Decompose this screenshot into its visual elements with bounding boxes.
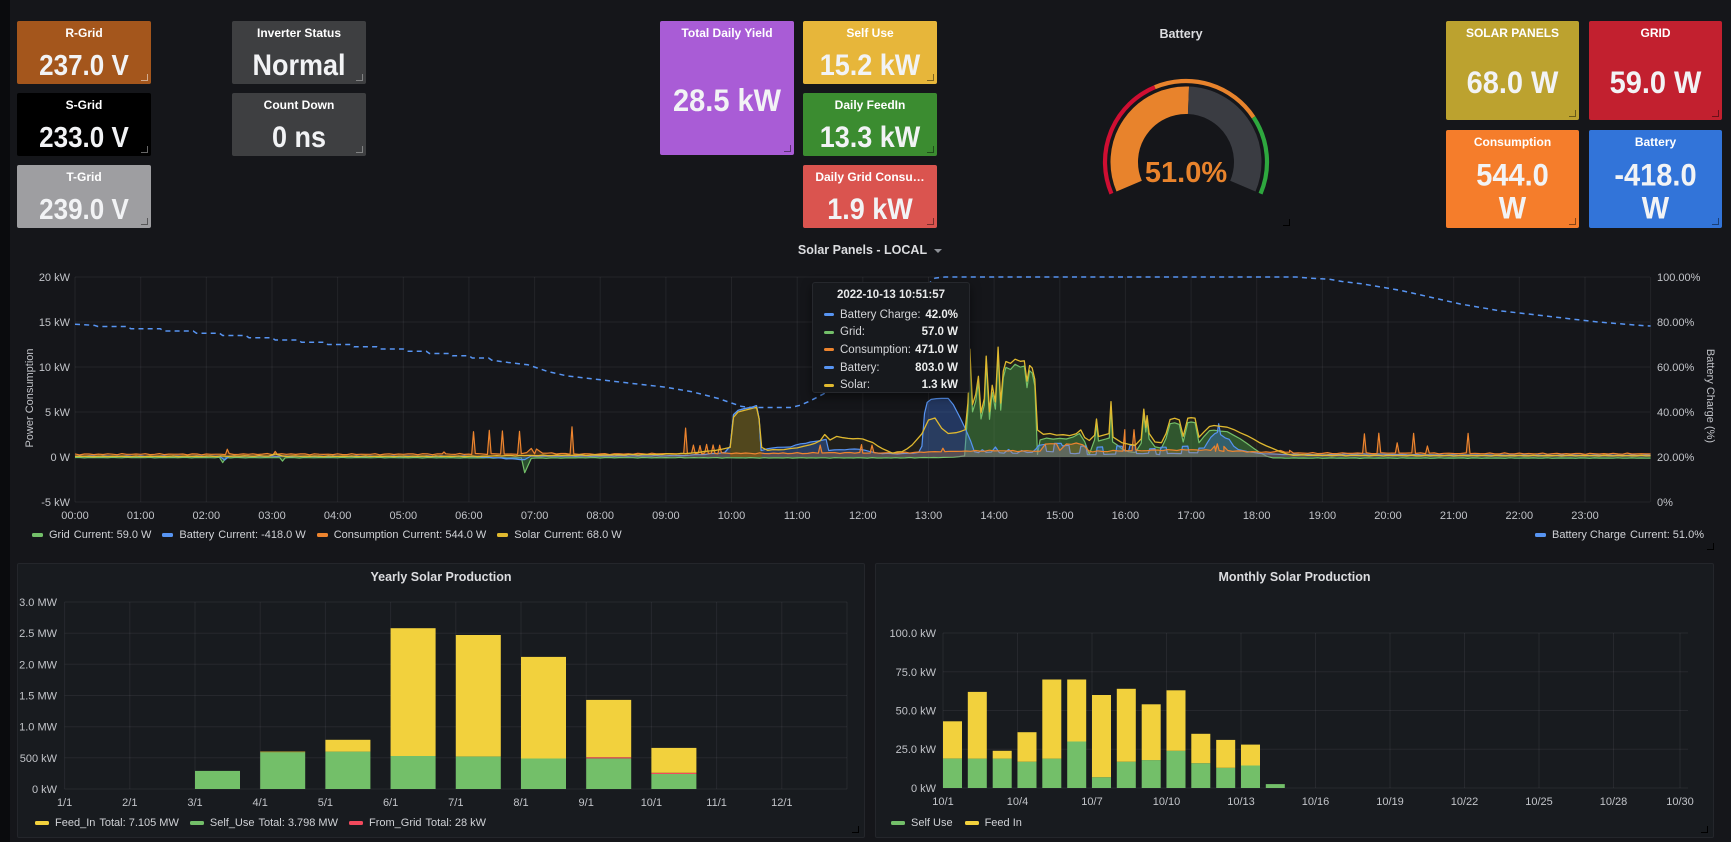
svg-text:10:00: 10:00 xyxy=(718,510,746,522)
svg-text:3/1: 3/1 xyxy=(187,797,202,809)
svg-text:21:00: 21:00 xyxy=(1440,510,1468,522)
svg-text:2.0 MW: 2.0 MW xyxy=(19,659,58,671)
svg-text:10/22: 10/22 xyxy=(1451,796,1479,808)
svg-text:12/1: 12/1 xyxy=(771,797,792,809)
svg-text:10/19: 10/19 xyxy=(1376,796,1404,808)
svg-text:5 kW: 5 kW xyxy=(45,407,71,419)
svg-text:15 kW: 15 kW xyxy=(39,317,71,329)
svg-text:19:00: 19:00 xyxy=(1309,510,1337,522)
svg-text:51.0%: 51.0% xyxy=(1145,157,1227,189)
svg-text:10/16: 10/16 xyxy=(1302,796,1330,808)
svg-text:100.0 kW: 100.0 kW xyxy=(890,628,937,640)
svg-text:18:00: 18:00 xyxy=(1243,510,1271,522)
svg-text:1.0 MW: 1.0 MW xyxy=(19,722,58,734)
svg-text:8/1: 8/1 xyxy=(513,797,528,809)
svg-text:60.00%: 60.00% xyxy=(1657,362,1695,374)
svg-text:75.0 kW: 75.0 kW xyxy=(896,667,937,679)
svg-text:40.00%: 40.00% xyxy=(1657,407,1695,419)
svg-text:6/1: 6/1 xyxy=(383,797,398,809)
svg-text:10/28: 10/28 xyxy=(1600,796,1628,808)
svg-text:10/10: 10/10 xyxy=(1153,796,1181,808)
svg-text:20.00%: 20.00% xyxy=(1657,452,1695,464)
svg-text:22:00: 22:00 xyxy=(1506,510,1534,522)
svg-text:05:00: 05:00 xyxy=(390,510,418,522)
svg-text:Battery Charge (%): Battery Charge (%) xyxy=(1704,349,1716,443)
svg-text:25.0 kW: 25.0 kW xyxy=(896,744,937,756)
svg-text:9/1: 9/1 xyxy=(579,797,594,809)
svg-text:15:00: 15:00 xyxy=(1046,510,1074,522)
svg-text:4/1: 4/1 xyxy=(253,797,268,809)
svg-text:14:00: 14:00 xyxy=(980,510,1008,522)
svg-text:11/1: 11/1 xyxy=(706,797,727,809)
svg-text:7/1: 7/1 xyxy=(448,797,463,809)
svg-text:0 kW: 0 kW xyxy=(32,784,58,796)
svg-text:10/1: 10/1 xyxy=(932,796,953,808)
svg-text:-5 kW: -5 kW xyxy=(41,497,70,509)
svg-text:0%: 0% xyxy=(1657,497,1673,509)
svg-text:23:00: 23:00 xyxy=(1571,510,1599,522)
svg-text:10/13: 10/13 xyxy=(1227,796,1255,808)
svg-text:1.5 MW: 1.5 MW xyxy=(19,691,58,703)
svg-text:2.5 MW: 2.5 MW xyxy=(19,628,58,640)
svg-text:11:00: 11:00 xyxy=(784,510,811,522)
svg-text:Power Consumption: Power Consumption xyxy=(24,348,36,447)
svg-text:08:00: 08:00 xyxy=(586,510,614,522)
svg-text:10 kW: 10 kW xyxy=(39,362,71,374)
svg-text:2/1: 2/1 xyxy=(122,797,137,809)
svg-text:10/25: 10/25 xyxy=(1525,796,1553,808)
svg-text:04:00: 04:00 xyxy=(324,510,352,522)
svg-text:10/7: 10/7 xyxy=(1081,796,1102,808)
svg-text:09:00: 09:00 xyxy=(652,510,680,522)
svg-text:0 kW: 0 kW xyxy=(911,783,937,795)
svg-text:500 kW: 500 kW xyxy=(20,753,58,765)
svg-text:16:00: 16:00 xyxy=(1112,510,1140,522)
svg-text:10/1: 10/1 xyxy=(641,797,662,809)
svg-text:07:00: 07:00 xyxy=(521,510,549,522)
svg-text:01:00: 01:00 xyxy=(127,510,155,522)
svg-text:10/4: 10/4 xyxy=(1007,796,1028,808)
svg-text:00:00: 00:00 xyxy=(61,510,89,522)
svg-text:03:00: 03:00 xyxy=(258,510,286,522)
svg-text:3.0 MW: 3.0 MW xyxy=(19,597,58,609)
svg-text:13:00: 13:00 xyxy=(915,510,943,522)
svg-text:5/1: 5/1 xyxy=(318,797,333,809)
svg-text:10/30: 10/30 xyxy=(1666,796,1694,808)
svg-text:20 kW: 20 kW xyxy=(39,272,71,284)
svg-text:12:00: 12:00 xyxy=(849,510,877,522)
svg-text:100.00%: 100.00% xyxy=(1657,272,1701,284)
svg-text:20:00: 20:00 xyxy=(1374,510,1402,522)
svg-text:06:00: 06:00 xyxy=(455,510,483,522)
svg-text:02:00: 02:00 xyxy=(193,510,221,522)
svg-text:0 W: 0 W xyxy=(50,452,70,464)
svg-text:17:00: 17:00 xyxy=(1177,510,1205,522)
svg-text:80.00%: 80.00% xyxy=(1657,317,1695,329)
svg-text:50.0 kW: 50.0 kW xyxy=(896,706,937,718)
svg-text:1/1: 1/1 xyxy=(57,797,72,809)
